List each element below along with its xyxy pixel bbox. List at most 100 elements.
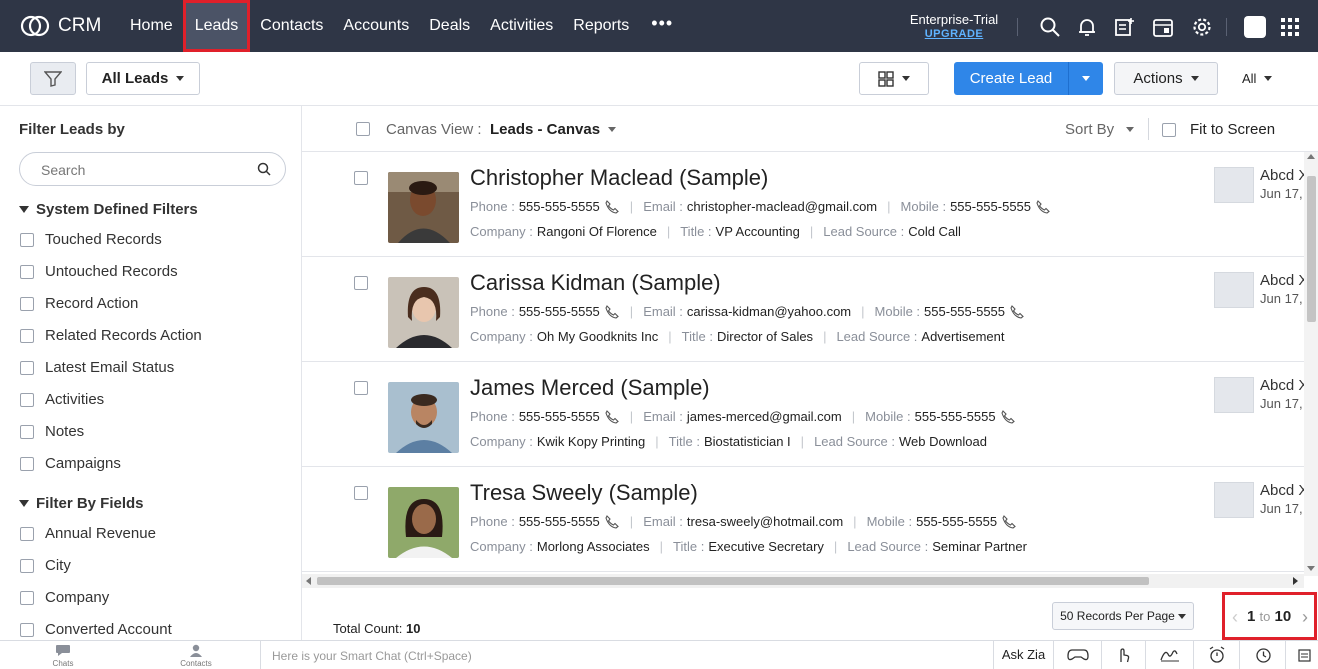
lead-name[interactable]: James Merced (Sample) <box>470 375 710 401</box>
filter-activities[interactable]: Activities <box>20 391 104 408</box>
filter-converted-account[interactable]: Converted Account <box>20 621 172 638</box>
lead-name[interactable]: Christopher Maclead (Sample) <box>470 165 768 191</box>
filter-touched-records[interactable]: Touched Records <box>20 231 162 248</box>
row-checkbox[interactable] <box>354 381 368 395</box>
nav-leads[interactable]: Leads <box>182 0 251 52</box>
nav-more-button[interactable]: ••• <box>639 0 685 52</box>
checkbox[interactable] <box>20 392 34 407</box>
filter-annual-revenue[interactable]: Annual Revenue <box>20 525 156 542</box>
phone-icon[interactable] <box>604 514 620 529</box>
nav-reports[interactable]: Reports <box>563 0 639 52</box>
filter-company[interactable]: Company <box>20 589 109 606</box>
phone-icon[interactable] <box>604 304 620 319</box>
scroll-up-arrow-icon[interactable] <box>1307 154 1315 159</box>
select-all-checkbox[interactable] <box>356 122 370 136</box>
layout-view-dropdown[interactable] <box>859 62 929 95</box>
filter-latest-email-status[interactable]: Latest Email Status <box>20 359 174 376</box>
checkbox[interactable] <box>20 232 34 247</box>
row-checkbox[interactable] <box>354 276 368 290</box>
notes-button[interactable] <box>1285 641 1318 669</box>
ask-zia-button[interactable]: Ask Zia <box>993 641 1053 669</box>
filter-search-input[interactable]: Search <box>19 152 286 186</box>
nav-accounts[interactable]: Accounts <box>333 0 419 52</box>
row-checkbox[interactable] <box>354 171 368 185</box>
nav-contacts[interactable]: Contacts <box>250 0 333 52</box>
create-lead-button[interactable]: Create Lead <box>954 62 1068 95</box>
phone-icon[interactable] <box>1001 514 1017 529</box>
history-button[interactable] <box>1239 641 1285 669</box>
lead-email[interactable]: james-merced@gmail.com <box>687 409 842 424</box>
filter-campaigns[interactable]: Campaigns <box>20 455 121 472</box>
next-page-icon[interactable]: › <box>1302 607 1308 628</box>
lead-email[interactable]: tresa-sweely@hotmail.com <box>687 514 843 529</box>
lead-email[interactable]: christopher-maclead@gmail.com <box>687 199 877 214</box>
lead-email[interactable]: carissa-kidman@yahoo.com <box>687 304 851 319</box>
touch-button[interactable] <box>1101 641 1145 669</box>
phone-icon[interactable] <box>1035 199 1051 214</box>
create-lead-dropdown[interactable] <box>1068 62 1103 95</box>
filter-toggle-button[interactable] <box>30 62 76 95</box>
checkbox[interactable] <box>20 264 34 279</box>
phone-icon[interactable] <box>604 199 620 214</box>
checkbox[interactable] <box>20 456 34 471</box>
records-per-page-dropdown[interactable]: 50 Records Per Page <box>1052 602 1194 630</box>
filter-related-records-action[interactable]: Related Records Action <box>20 327 202 344</box>
lead-name[interactable]: Tresa Sweely (Sample) <box>470 480 698 506</box>
crm-logo[interactable]: CRM <box>20 15 110 37</box>
search-icon[interactable] <box>1039 16 1061 38</box>
checkbox[interactable] <box>20 424 34 439</box>
nav-activities[interactable]: Activities <box>480 0 563 52</box>
actions-dropdown[interactable]: Actions <box>1114 62 1218 95</box>
prev-page-icon[interactable]: ‹ <box>1232 607 1238 628</box>
smart-chat-input[interactable]: Here is your Smart Chat (Ctrl+Space) <box>260 641 993 669</box>
apps-grid-icon[interactable] <box>1279 16 1301 38</box>
filter-record-action[interactable]: Record Action <box>20 295 138 312</box>
scroll-down-arrow-icon[interactable] <box>1307 566 1315 571</box>
lead-card[interactable]: Christopher Maclead (Sample) Phone :555-… <box>302 152 1304 257</box>
all-filter-dropdown[interactable]: All <box>1242 71 1273 86</box>
filter-notes[interactable]: Notes <box>20 423 84 440</box>
checkbox[interactable] <box>20 328 34 343</box>
checkbox[interactable] <box>20 296 34 311</box>
checkbox[interactable] <box>20 526 34 541</box>
filter-untouched-records[interactable]: Untouched Records <box>20 263 178 280</box>
settings-gear-icon[interactable] <box>1191 16 1213 38</box>
sort-by-dropdown[interactable]: Sort By <box>1065 121 1135 138</box>
phone-icon[interactable] <box>1000 409 1016 424</box>
upgrade-link[interactable]: UPGRADE <box>900 27 1008 42</box>
signature-button[interactable] <box>1145 641 1193 669</box>
lead-card[interactable]: Carissa Kidman (Sample) Phone :555-555-5… <box>302 257 1304 362</box>
view-select-dropdown[interactable]: All Leads <box>86 62 200 95</box>
filter-city[interactable]: City <box>20 557 71 574</box>
scroll-left-arrow-icon[interactable] <box>306 577 311 585</box>
checkbox[interactable] <box>20 360 34 375</box>
vertical-scrollbar[interactable] <box>1304 152 1318 576</box>
create-new-icon[interactable] <box>1113 16 1135 38</box>
nav-home[interactable]: Home <box>120 0 183 52</box>
horizontal-scrollbar[interactable] <box>302 574 1304 588</box>
chats-button[interactable]: Chats <box>48 644 78 668</box>
canvas-view-dropdown[interactable]: Leads - Canvas <box>490 121 617 138</box>
phone-icon[interactable] <box>604 409 620 424</box>
fit-to-screen-toggle[interactable]: Fit to Screen <box>1162 121 1275 138</box>
alarm-button[interactable] <box>1193 641 1239 669</box>
lead-card[interactable]: Tresa Sweely (Sample) Phone :555-555-555… <box>302 467 1304 572</box>
system-filters-section-toggle[interactable]: System Defined Filters <box>19 201 198 218</box>
field-filters-section-toggle[interactable]: Filter By Fields <box>19 495 144 512</box>
user-avatar[interactable] <box>1244 16 1266 38</box>
scroll-right-arrow-icon[interactable] <box>1293 577 1298 585</box>
notifications-bell-icon[interactable] <box>1076 16 1098 38</box>
checkbox[interactable] <box>20 558 34 573</box>
nav-deals[interactable]: Deals <box>419 0 480 52</box>
checkbox[interactable] <box>1162 122 1176 137</box>
contacts-button[interactable]: Contacts <box>178 644 214 668</box>
game-controller-button[interactable] <box>1053 641 1101 669</box>
checkbox[interactable] <box>20 590 34 605</box>
calendar-icon[interactable] <box>1152 16 1174 38</box>
lead-card[interactable]: James Merced (Sample) Phone :555-555-555… <box>302 362 1304 467</box>
vertical-scroll-thumb[interactable] <box>1307 176 1316 322</box>
row-checkbox[interactable] <box>354 486 368 500</box>
horizontal-scroll-thumb[interactable] <box>317 577 1149 585</box>
phone-icon[interactable] <box>1009 304 1025 319</box>
checkbox[interactable] <box>20 622 34 637</box>
